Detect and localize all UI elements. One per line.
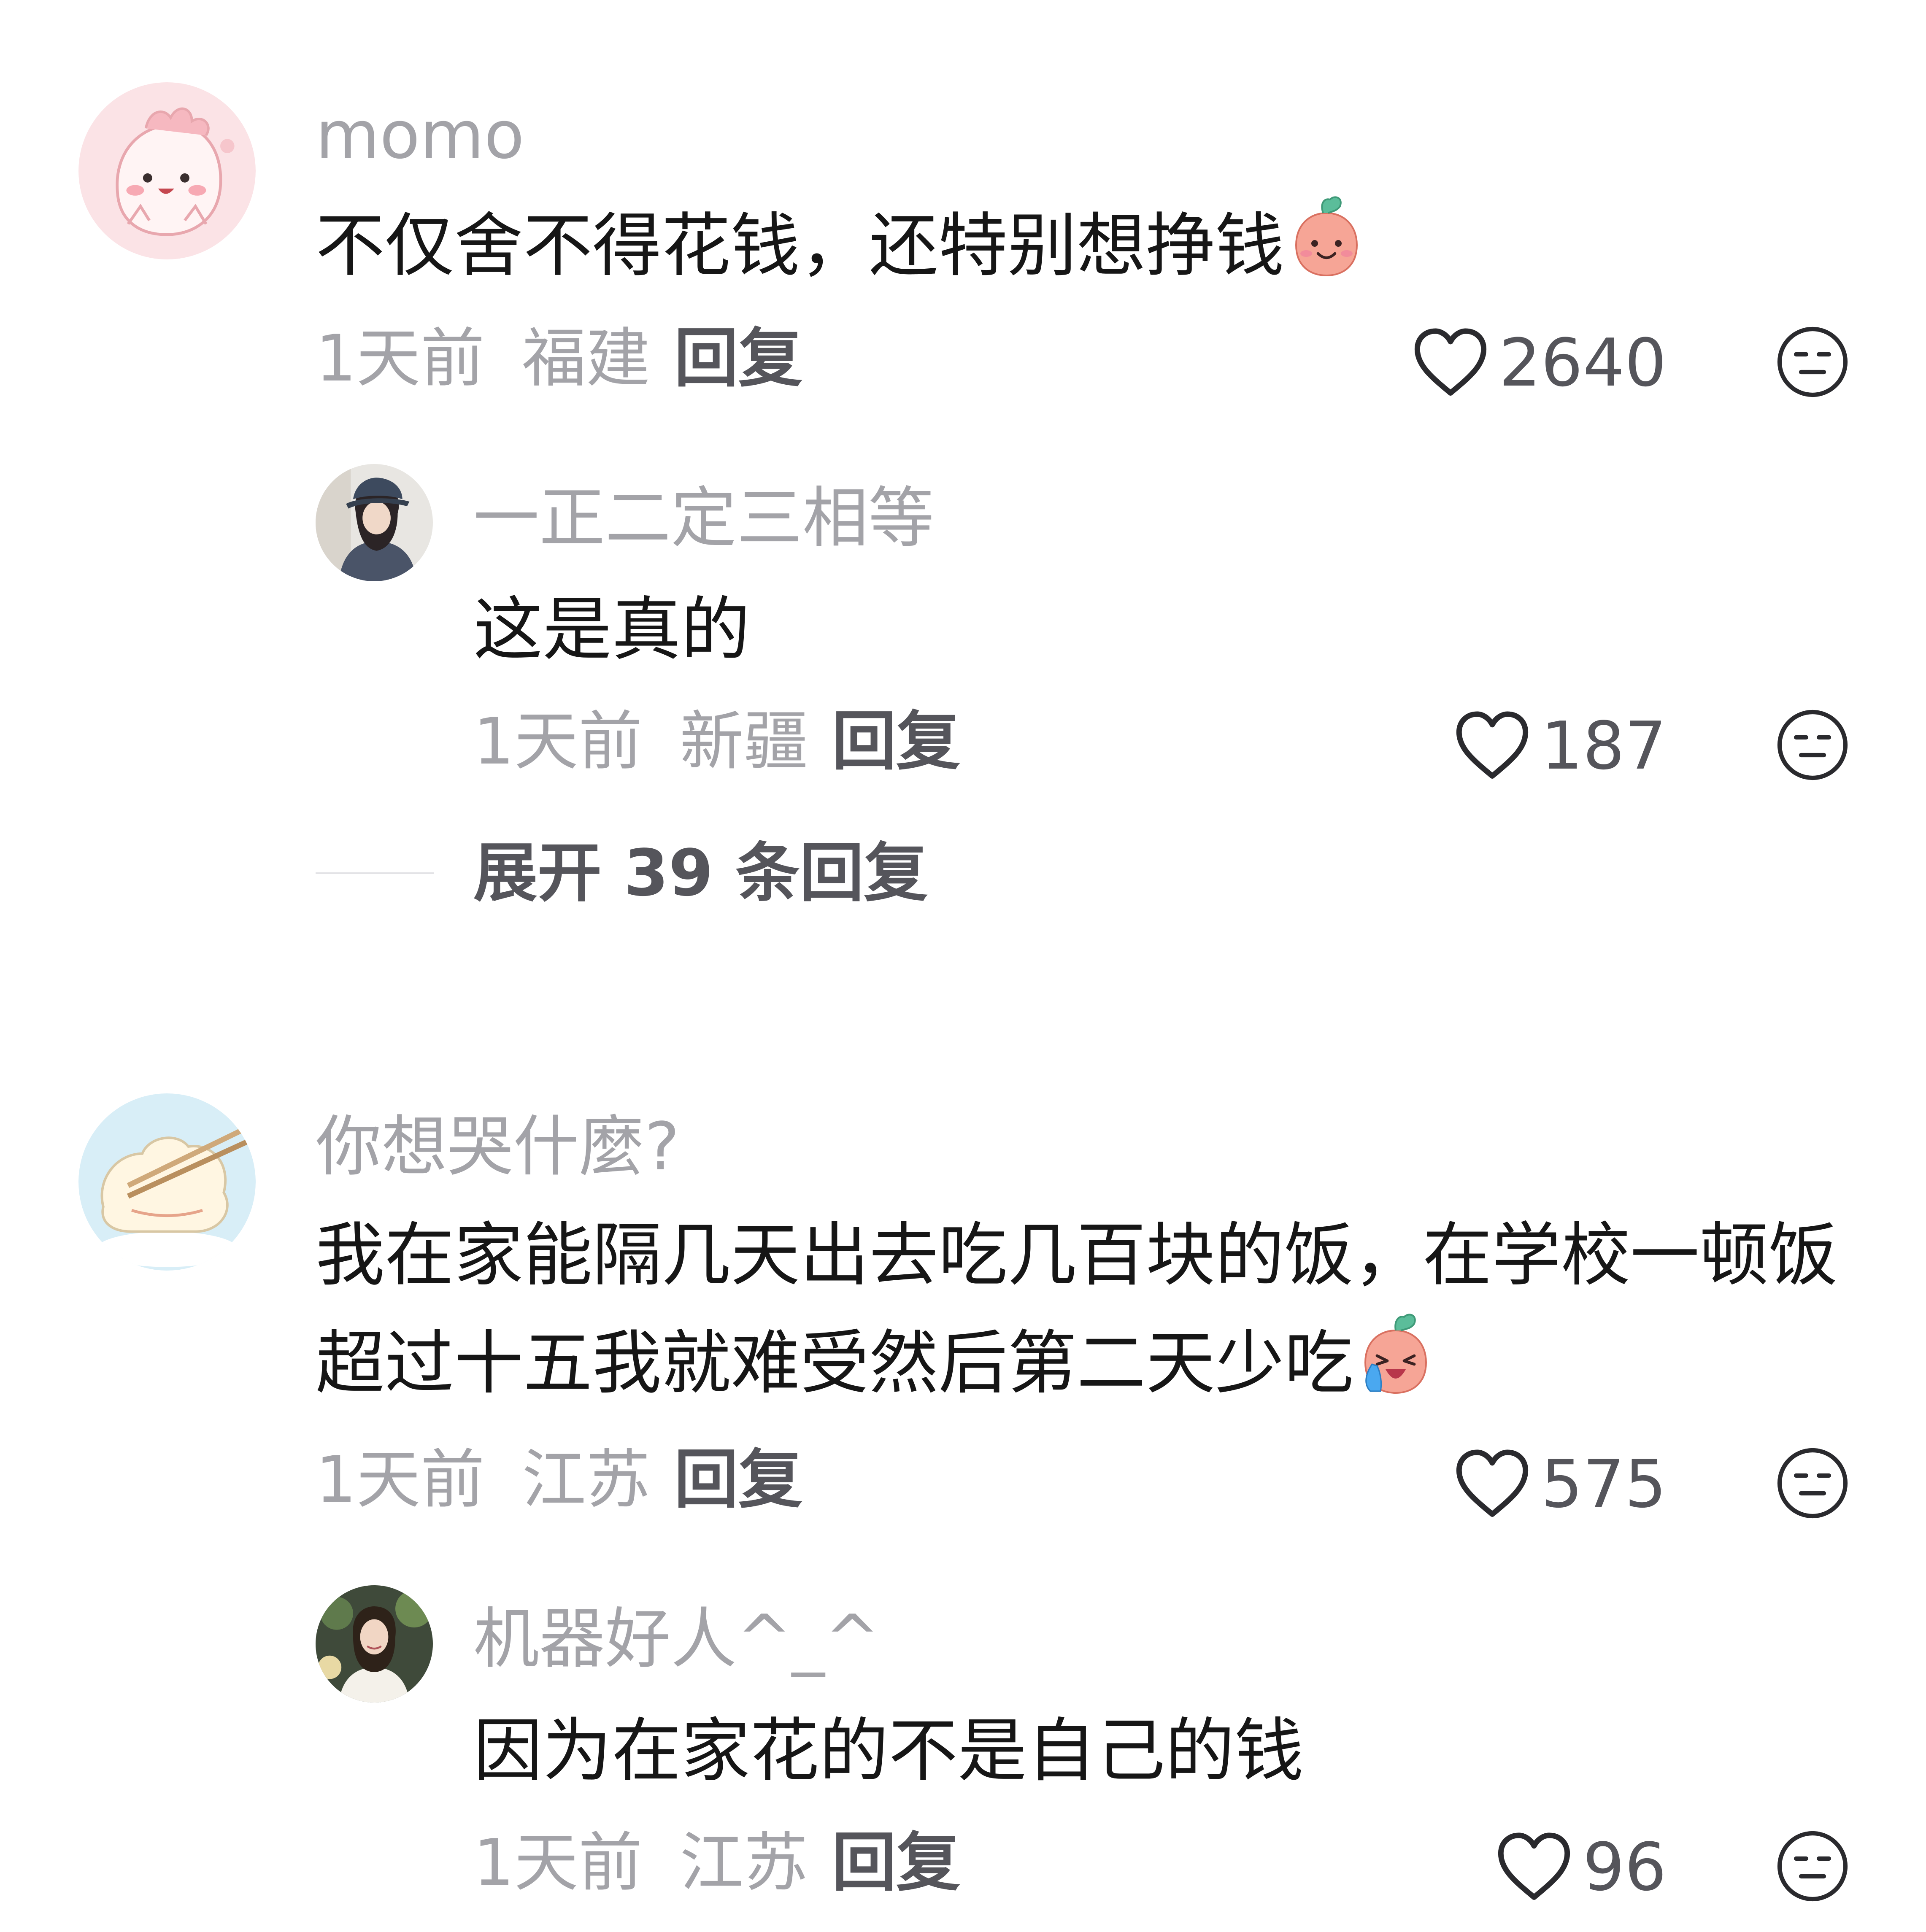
like-button[interactable]: 575 — [1308, 1442, 1667, 1526]
reply-meta: 1天前 新疆 — [473, 704, 808, 780]
comment-meta: 1天前 福建 — [316, 321, 650, 397]
comment-username[interactable]: 你想哭什麼? — [316, 1109, 680, 1185]
smiling-peach-emoji-icon — [1295, 196, 1358, 277]
heart-icon — [1498, 1832, 1570, 1900]
avatar-photo-image — [316, 1585, 433, 1703]
dislike-face-icon[interactable] — [1775, 1445, 1850, 1521]
comment-username[interactable]: momo — [316, 97, 524, 173]
reply-text: 因为在家花的不是自己的钱 — [473, 1711, 1304, 1791]
reply-meta: 1天前 江苏 — [473, 1825, 808, 1901]
comment-text-line-wrap: 超过十五我就难受然后第二天少吃 — [316, 1309, 1838, 1417]
like-count: 575 — [1541, 1446, 1667, 1522]
like-count: 2640 — [1499, 324, 1667, 401]
comment-text-line: 不仅舍不得花钱，还特别想挣钱 — [316, 205, 1285, 286]
heart-icon — [1456, 1449, 1529, 1517]
comment-text-line: 超过十五我就难受然后第二天少吃 — [316, 1323, 1354, 1403]
reply-username[interactable]: 机器好人^_^ — [473, 1601, 880, 1677]
reply-button[interactable]: 回复 — [832, 704, 960, 780]
like-button[interactable]: 96 — [1308, 1825, 1667, 1909]
heart-icon — [1414, 328, 1487, 396]
comment-time: 1天前 — [316, 1442, 485, 1517]
avatar-dumpling-image — [78, 1093, 256, 1271]
reply-location: 新疆 — [680, 704, 808, 779]
like-button[interactable]: 2640 — [1308, 321, 1667, 405]
reply-location: 江苏 — [680, 1825, 808, 1900]
comment-text-line: 我在家能隔几天出去吃几百块的饭，在学校一顿饭 — [316, 1215, 1838, 1295]
avatar[interactable] — [316, 464, 433, 581]
expand-replies-button[interactable]: 展开 39 条回复 — [473, 835, 928, 911]
dislike-face-icon[interactable] — [1775, 324, 1850, 400]
crying-peach-emoji-icon — [1364, 1314, 1427, 1394]
comment-time: 1天前 — [316, 321, 485, 396]
comment-text: 我在家能隔几天出去吃几百块的饭，在学校一顿饭 超过十五我就难受然后第二天少吃 — [316, 1201, 1838, 1417]
reply-button[interactable]: 回复 — [832, 1825, 960, 1901]
dislike-face-icon[interactable] — [1775, 1828, 1850, 1904]
comment-text: 不仅舍不得花钱，还特别想挣钱 — [316, 192, 1369, 300]
avatar[interactable] — [78, 82, 256, 259]
like-button[interactable]: 187 — [1308, 704, 1667, 788]
reply-button[interactable]: 回复 — [674, 321, 802, 397]
comment-location: 福建 — [522, 321, 651, 396]
comment-location: 江苏 — [522, 1442, 651, 1517]
reply-text: 这是真的 — [473, 589, 751, 670]
avatar[interactable] — [316, 1585, 433, 1703]
like-count: 96 — [1583, 1829, 1667, 1905]
reply-button[interactable]: 回复 — [674, 1442, 802, 1518]
expand-divider — [316, 872, 434, 874]
avatar-photo-image — [316, 464, 433, 581]
comment-meta: 1天前 江苏 — [316, 1442, 650, 1518]
reply-username[interactable]: 一正二定三相等 — [473, 480, 934, 556]
avatar[interactable] — [78, 1093, 256, 1271]
avatar-pink-dino-image — [78, 82, 256, 259]
like-count: 187 — [1541, 707, 1667, 784]
dislike-face-icon[interactable] — [1775, 707, 1850, 783]
reply-time: 1天前 — [473, 1825, 643, 1900]
heart-icon — [1456, 711, 1529, 779]
reply-time: 1天前 — [473, 704, 643, 779]
